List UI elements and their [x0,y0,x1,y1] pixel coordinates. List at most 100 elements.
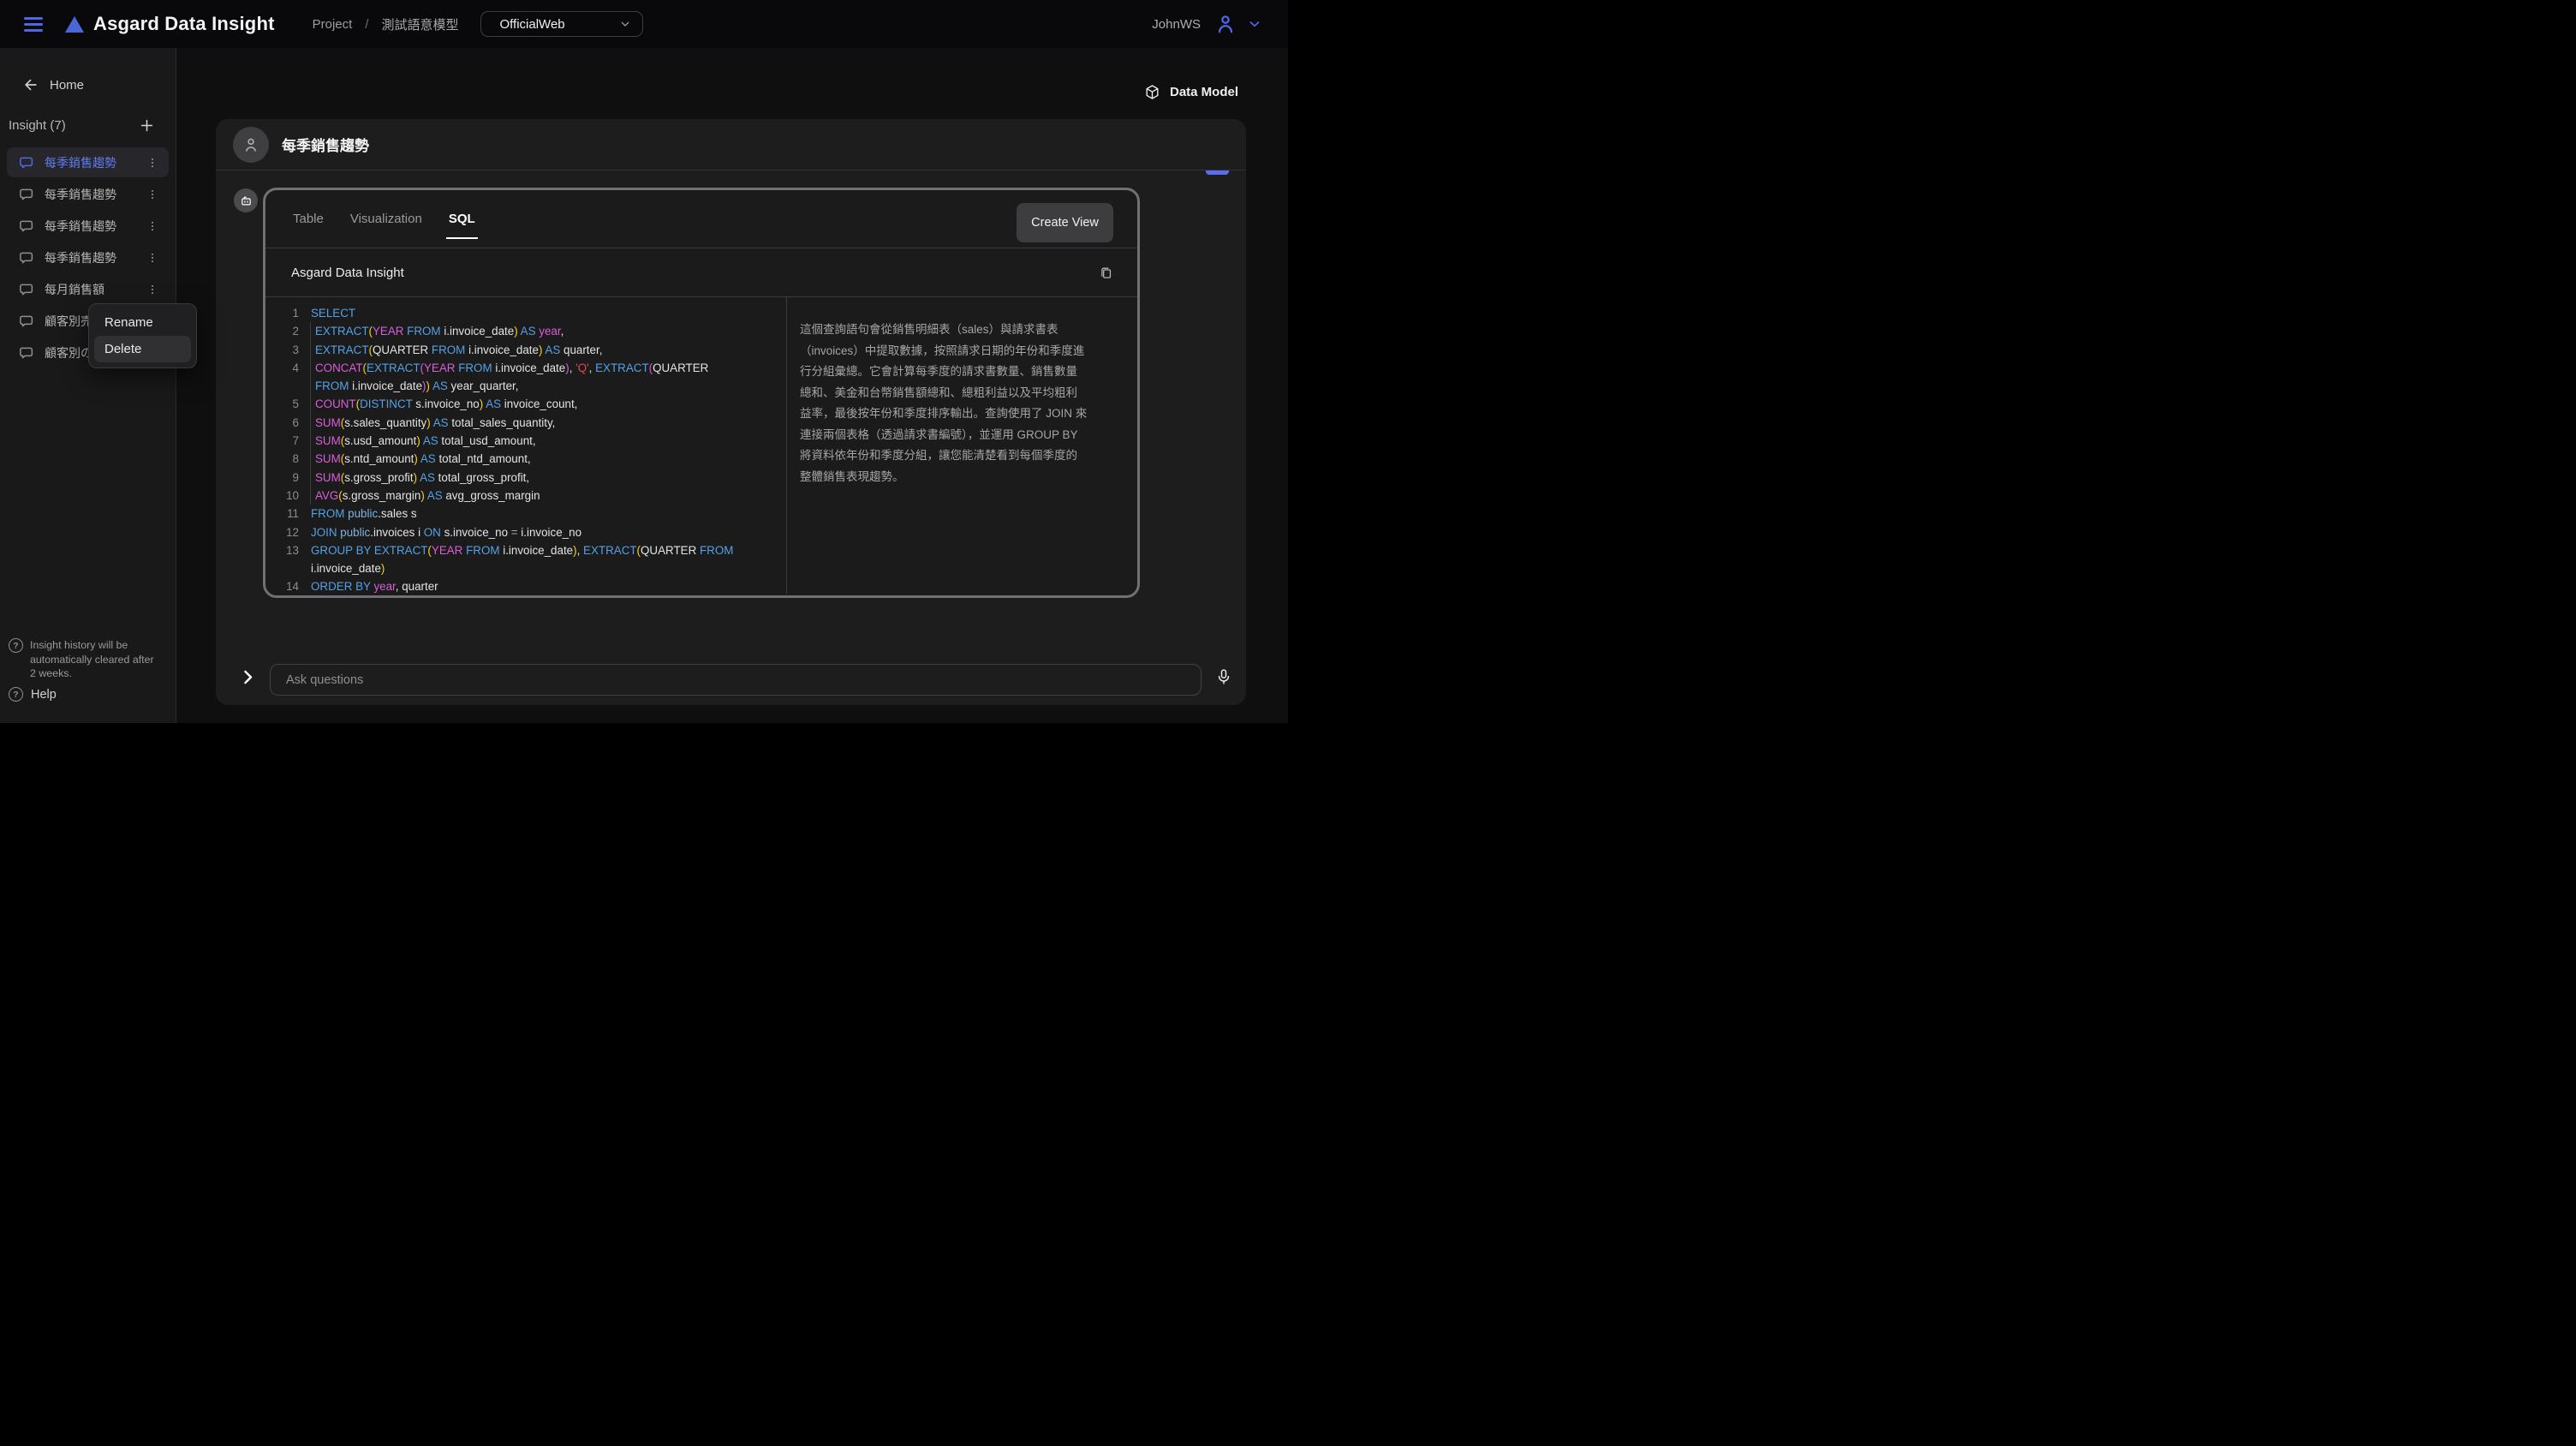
breadcrumb-section[interactable]: Project [313,17,353,32]
sql-code-line: 14ORDER BY year, quarter [265,577,786,595]
sql-code-line: 1SELECT [265,304,786,322]
context-menu-rename[interactable]: Rename [94,309,191,336]
sidebar-insight-item[interactable]: 每月銷售額 [7,274,169,304]
sql-code-line: 6SUM(s.sales_quantity) AS total_sales_qu… [265,414,786,432]
speech-bubble-icon [19,282,34,297]
mic-icon [1215,668,1232,685]
conversation-header: 每季銷售趨勢 [216,119,1246,170]
line-number: 6 [265,414,299,432]
history-notice: ? Insight history will be automatically … [9,638,166,681]
chevron-down-icon [618,17,632,31]
help-circle-icon: ? [9,687,23,702]
breadcrumb-separator: / [365,17,368,32]
tab-table[interactable]: Table [291,206,325,231]
item-kebab-menu-icon[interactable] [141,217,164,236]
line-number: 1 [265,304,299,322]
line-number: 11 [265,505,299,523]
plus-icon [139,117,155,134]
expand-chevron-right-icon[interactable] [239,668,257,686]
insight-item-label: 每季銷售趨勢 [45,218,116,235]
app-root: Asgard Data Insight Project / 測試語意模型 Off… [0,0,1288,723]
sql-section-header: Asgard Data Insight [265,248,1137,297]
item-context-menu: RenameDelete [88,303,197,368]
result-tabs: Table Visualization SQL Create View [265,190,1137,248]
result-panel: Table Visualization SQL Create View Asgard… [263,188,1140,598]
scroll-indicator[interactable] [1206,170,1229,175]
insight-header: Insight (7) [9,117,167,134]
speech-bubble-icon [19,345,34,361]
data-model-button[interactable]: Data Model [1144,84,1238,100]
insight-item-label: 每月銷售額 [45,281,104,298]
line-number: 12 [265,523,299,541]
cube-icon [1144,84,1160,100]
info-circle-icon: ? [9,638,23,653]
main-area: Data Model 每季銷售趨勢 Table Visualization SQL … [176,48,1288,723]
line-number: 14 [265,577,299,595]
tab-visualization[interactable]: Visualization [349,206,424,231]
breadcrumb-page: 測試語意模型 [381,15,458,33]
help-button[interactable]: ? Help [9,687,57,702]
home-label: Home [50,78,84,93]
line-number: 9 [265,469,299,487]
add-insight-button[interactable] [139,117,155,134]
top-header: Asgard Data Insight Project / 測試語意模型 Off… [0,0,1288,48]
insight-item-label: 每季銷售趨勢 [45,249,116,266]
user-avatar [233,127,269,163]
sql-code-line: 12JOIN public.invoices i ON s.invoice_no… [265,523,786,541]
item-kebab-menu-icon[interactable] [141,248,164,267]
sql-code-line: 9SUM(s.gross_profit) AS total_gross_prof… [265,469,786,487]
line-number: 4 [265,359,299,396]
user-avatar-icon[interactable] [1214,13,1237,35]
sidebar-insight-item[interactable]: 每季銷售趨勢 [7,211,169,241]
sql-code-line: 4CONCAT(EXTRACT(YEAR FROM i.invoice_date… [265,359,786,396]
mic-button[interactable] [1215,668,1232,685]
insight-item-label: 每季銷售趨勢 [45,154,116,171]
sidebar-insight-item[interactable]: 每季銷售趨勢 [7,179,169,209]
person-icon [242,135,260,154]
sql-code-line: 11FROM public.sales s [265,505,786,523]
line-number: 5 [265,395,299,413]
home-button[interactable]: Home [22,76,176,93]
project-select-value: OfficialWeb [499,17,564,32]
line-number: 7 [265,432,299,450]
sidebar-insight-item[interactable]: 每季銷售趨勢 [7,147,169,177]
user-menu-chevron-down-icon[interactable] [1247,16,1262,32]
history-notice-text: Insight history will be automatically cl… [30,638,155,681]
project-select-dropdown[interactable]: OfficialWeb [480,11,643,37]
sidebar-insight-item[interactable]: 每季銷售趨勢 [7,242,169,272]
sql-code-line: 10AVG(s.gross_margin) AS avg_gross_margi… [265,487,786,505]
back-arrow-icon [22,76,39,93]
ask-input[interactable] [270,664,1202,696]
data-model-label: Data Model [1170,85,1238,99]
tab-sql[interactable]: SQL [447,206,477,231]
app-title: Asgard Data Insight [93,13,275,35]
line-number: 3 [265,341,299,359]
sql-section-title: Asgard Data Insight [291,266,404,280]
speech-bubble-icon [19,187,34,202]
speech-bubble-icon [19,155,34,170]
line-number: 13 [265,541,299,578]
sql-code-block[interactable]: 1SELECT2EXTRACT(YEAR FROM i.invoice_date… [265,297,786,595]
sql-explanation: 這個查詢語句會從銷售明細表（sales）與請求書表（invoices）中提取數據… [786,297,1137,595]
sql-code-line: 7SUM(s.usd_amount) AS total_usd_amount, [265,432,786,450]
assistant-avatar [234,188,258,212]
context-menu-delete[interactable]: Delete [94,336,191,362]
speech-bubble-icon [19,314,34,329]
user-name: JohnWS [1152,17,1201,32]
copy-icon [1099,266,1113,280]
copy-sql-button[interactable] [1099,266,1113,280]
create-view-button[interactable]: Create View [1017,203,1113,242]
sql-code-line: 3EXTRACT(QUARTER FROM i.invoice_date) AS… [265,341,786,359]
conversation-title: 每季銷售趨勢 [282,134,369,155]
line-number: 2 [265,322,299,340]
item-kebab-menu-icon[interactable] [141,280,164,299]
insight-item-label: 每季銷售趨勢 [45,186,116,203]
sql-code-line: 5COUNT(DISTINCT s.invoice_no) AS invoice… [265,395,786,413]
item-kebab-menu-icon[interactable] [141,185,164,204]
sql-content: 1SELECT2EXTRACT(YEAR FROM i.invoice_date… [265,297,1137,595]
app-logo-triangle-icon [65,16,84,33]
hamburger-menu-icon[interactable] [24,17,43,32]
item-kebab-menu-icon[interactable] [141,153,164,172]
robot-icon [240,194,253,207]
insight-count-label: Insight (7) [9,118,66,133]
